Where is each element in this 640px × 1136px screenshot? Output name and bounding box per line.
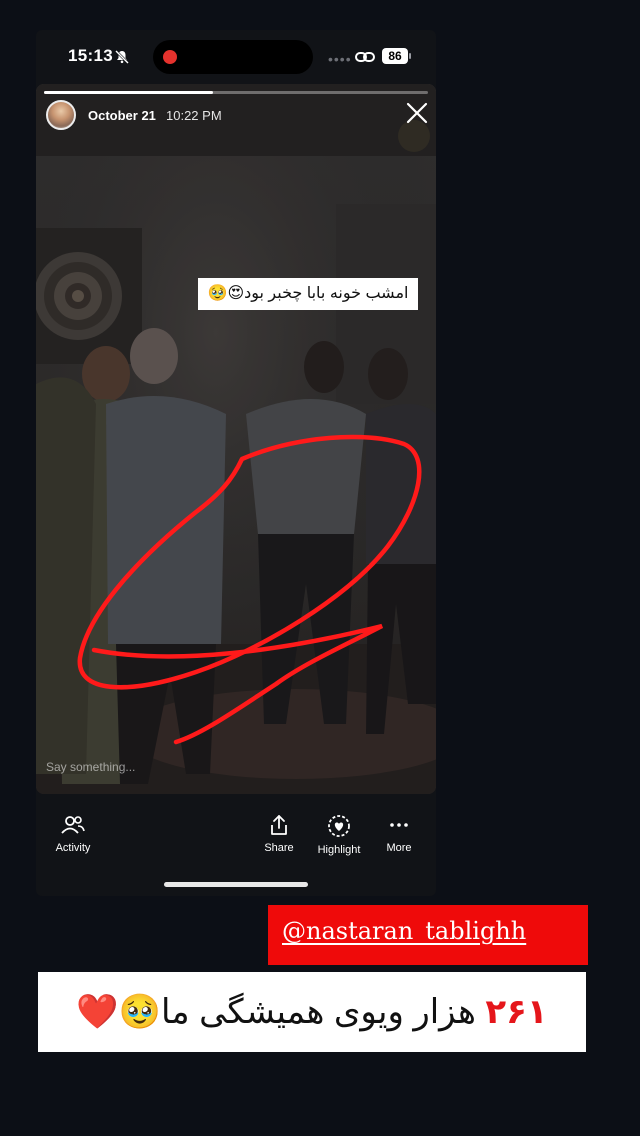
bell-muted-icon [115, 50, 129, 64]
share-icon [271, 815, 287, 835]
close-icon[interactable] [404, 100, 430, 126]
status-time: 15:13 [68, 46, 113, 65]
home-indicator[interactable] [164, 882, 308, 887]
more-label: More [386, 842, 412, 854]
story-photo [36, 84, 436, 794]
views-number: ۲۶۱ [485, 993, 548, 1031]
signal-dots-icon: •••• [328, 51, 352, 67]
story-date: October 21 [88, 108, 156, 123]
highlight-button[interactable]: Highlight [307, 810, 371, 862]
handle-text[interactable]: @nastaran_tablighh [282, 917, 526, 945]
highlight-label: Highlight [317, 844, 361, 856]
caption-sticker: امشب خونه بابا چخبر بود😍🥹 [198, 278, 418, 310]
heart-circle-icon [328, 815, 350, 837]
more-button[interactable]: More [367, 810, 431, 862]
activity-label: Activity [55, 842, 91, 854]
story-action-bar: Activity Share Highlight More [36, 810, 436, 870]
story-view[interactable]: October 21 10:22 PM امشب خونه بابا چخبر … [36, 84, 436, 794]
views-banner: ۲۶۱ هزار ویوی همیشگی ما🥹❤️ [38, 972, 586, 1052]
share-label: Share [264, 842, 294, 854]
story-time: 10:22 PM [166, 108, 222, 123]
story-progress-fill [44, 91, 213, 94]
activity-button[interactable]: Activity [41, 810, 105, 862]
recording-indicator [163, 50, 177, 64]
people-icon [61, 816, 85, 834]
dynamic-island [153, 40, 313, 74]
status-bar: 15:13 •••• 86 [36, 30, 436, 84]
link-icon [355, 52, 375, 62]
battery-tip [409, 53, 411, 59]
avatar[interactable] [46, 100, 76, 130]
views-text: هزار ویوی همیشگی ما🥹❤️ [76, 993, 486, 1031]
screenshot-page: 15:13 •••• 86 October 21 10:22 PM امشب خ… [0, 0, 640, 1136]
phone-screen: 15:13 •••• 86 October 21 10:22 PM امشب خ… [36, 30, 436, 896]
handle-banner: @nastaran_tablighh [268, 905, 588, 965]
battery-indicator: 86 [382, 48, 408, 64]
share-button[interactable]: Share [247, 810, 311, 862]
story-header: October 21 10:22 PM [46, 100, 428, 134]
story-progress-bar [44, 91, 428, 94]
more-dots-icon [390, 823, 408, 827]
reply-input[interactable] [46, 760, 346, 774]
